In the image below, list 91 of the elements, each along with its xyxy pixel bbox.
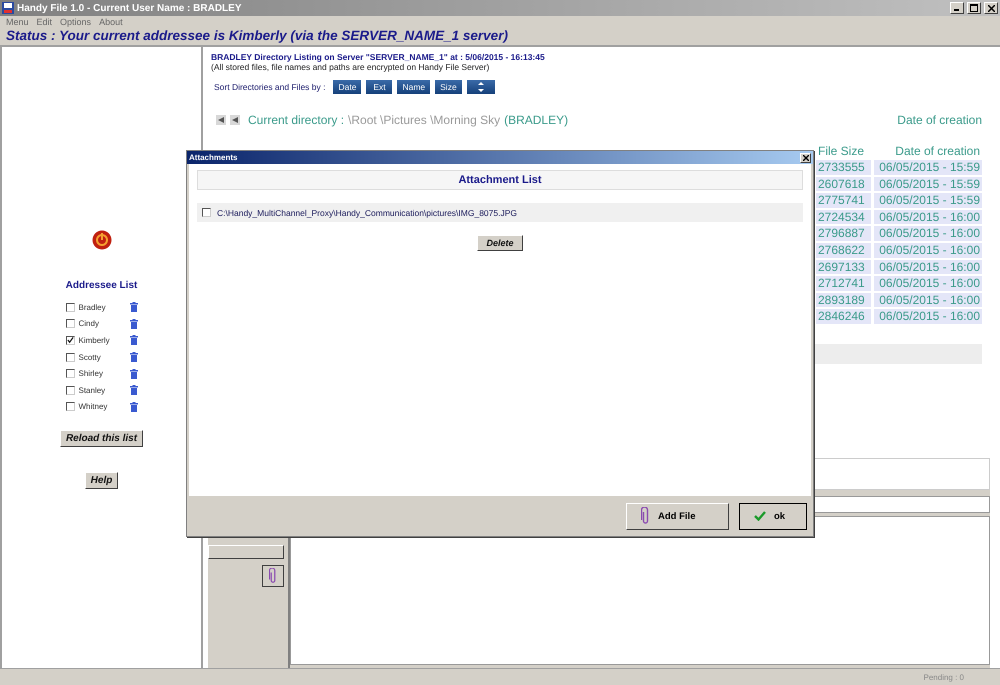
maximize-button[interactable] [967, 2, 981, 14]
table-cell: 06/05/2015 - 15:59 [874, 176, 982, 192]
power-icon[interactable] [92, 230, 112, 250]
trash-icon[interactable] [130, 402, 138, 412]
up-down-arrow-icon [478, 82, 484, 92]
attachment-list-title: Attachment List [197, 170, 803, 190]
close-icon [802, 154, 808, 160]
left-arrow-icon [232, 117, 238, 123]
paperclip-icon [269, 568, 277, 584]
table-cell: 06/05/2015 - 16:00 [874, 309, 982, 324]
sort-button[interactable]: Ext [366, 80, 392, 94]
table-cell: 06/05/2015 - 15:59 [874, 193, 982, 208]
paperclip-icon [641, 507, 650, 525]
attach-button[interactable] [262, 565, 284, 587]
sort-label: Sort Directories and Files by : [214, 82, 326, 92]
window-title: Handy File 1.0 - Current User Name : BRADLEY [17, 2, 242, 14]
sort-button[interactable]: Name [397, 80, 430, 94]
file-path: C:\Handy_MultiChannel_Proxy\Handy_Communication\pictures\IMG_8075.JPG [217, 208, 518, 218]
delete-button[interactable]: Delete [477, 235, 522, 251]
maximize-icon [970, 4, 978, 12]
back-arrow-button[interactable] [216, 115, 226, 125]
close-button[interactable] [800, 152, 811, 162]
current-directory-label: Current directory : [248, 113, 344, 127]
table-cell: 2733555 [816, 160, 871, 175]
table-cell: 2697133 [816, 260, 871, 274]
close-button[interactable] [984, 2, 998, 14]
table-cell: 2724534 [816, 210, 871, 224]
partly-hidden-button[interactable] [208, 545, 284, 559]
back-arrow-button[interactable] [230, 115, 240, 125]
table-cell: 2768622 [816, 242, 871, 258]
addressee-name: Stanley [78, 386, 106, 395]
checkbox[interactable] [66, 336, 74, 345]
help-button[interactable]: Help [84, 472, 118, 490]
table-cell: 06/05/2015 - 16:00 [874, 276, 982, 291]
column-header: File Size [817, 144, 866, 158]
checkbox[interactable] [66, 386, 74, 395]
addressee-name: Scotty [78, 352, 102, 362]
checkbox[interactable] [66, 352, 74, 362]
menu-item[interactable]: Options [60, 17, 92, 27]
trash-icon[interactable] [130, 318, 138, 329]
checkbox[interactable] [66, 402, 74, 412]
trash-icon[interactable] [130, 368, 138, 379]
left-arrow-icon [218, 117, 224, 123]
encryption-note: (All stored files, file names and paths are encrypted on Handy File Server) [211, 62, 490, 72]
reload-button[interactable]: Reload this list [60, 430, 144, 448]
date-of-creation-label: Date of creation [897, 113, 982, 127]
table-cell: 2796887 [816, 226, 871, 241]
trash-icon[interactable] [130, 302, 138, 312]
addressee-name: Bradley [78, 302, 107, 312]
checkbox[interactable] [66, 319, 74, 328]
addressee-name: Kimberly [78, 336, 111, 345]
table-cell: 06/05/2015 - 15:59 [874, 160, 982, 175]
table-cell: 06/05/2015 - 16:00 [874, 210, 982, 224]
trash-icon[interactable] [130, 335, 138, 346]
listing-heading: BRADLEY Directory Listing on Server "SERVER_NAME_1" at : 5/06/2015 - 16:13:45 [211, 52, 546, 62]
table-cell: 2607618 [816, 176, 871, 192]
trash-icon[interactable] [130, 352, 138, 362]
table-cell: 2846246 [816, 309, 871, 324]
menu-item[interactable]: Menu [6, 17, 29, 27]
minimize-button[interactable] [950, 2, 964, 14]
menu-item[interactable]: Edit [36, 17, 52, 27]
addressee-list-title: Addressee List [66, 280, 138, 291]
table-cell: 06/05/2015 - 16:00 [874, 292, 982, 308]
table-cell: 2775741 [816, 193, 871, 208]
pending-count: Pending : 0 [924, 672, 964, 682]
trash-icon[interactable] [130, 385, 138, 396]
table-cell: 2893189 [816, 292, 871, 308]
addressee-name: Whitney [78, 402, 108, 412]
add-file-button[interactable]: Add File [626, 502, 729, 530]
sort-button[interactable]: Size [435, 80, 462, 94]
checkbox[interactable] [66, 302, 74, 312]
current-directory-path: \Root \Pictures \Morning Sky [348, 113, 500, 127]
sort-order-button[interactable] [466, 80, 495, 94]
directory-owner: (BRADLEY) [504, 113, 568, 127]
column-header: Date of creation [894, 144, 981, 158]
table-cell: 2712741 [816, 276, 871, 291]
dialog-title: Attachments [189, 153, 238, 162]
status-message: Status : Your current addressee is Kimberly (via the SERVER_NAME_1 server) [5, 28, 509, 45]
menu-item[interactable]: About [99, 17, 123, 27]
checkbox[interactable] [66, 369, 74, 378]
checkmark-icon [754, 511, 766, 521]
table-cell: 06/05/2015 - 16:00 [874, 260, 982, 274]
table-cell: 06/05/2015 - 16:00 [874, 226, 982, 241]
table-cell: 06/05/2015 - 16:00 [874, 242, 982, 258]
addressee-name: Shirley [78, 369, 104, 378]
sort-button[interactable]: Date [333, 80, 362, 94]
checkbox[interactable] [202, 208, 211, 217]
addressee-name: Cindy [78, 319, 100, 328]
app-icon [2, 2, 14, 14]
close-icon [988, 4, 994, 12]
ok-button[interactable]: ok [739, 502, 807, 530]
